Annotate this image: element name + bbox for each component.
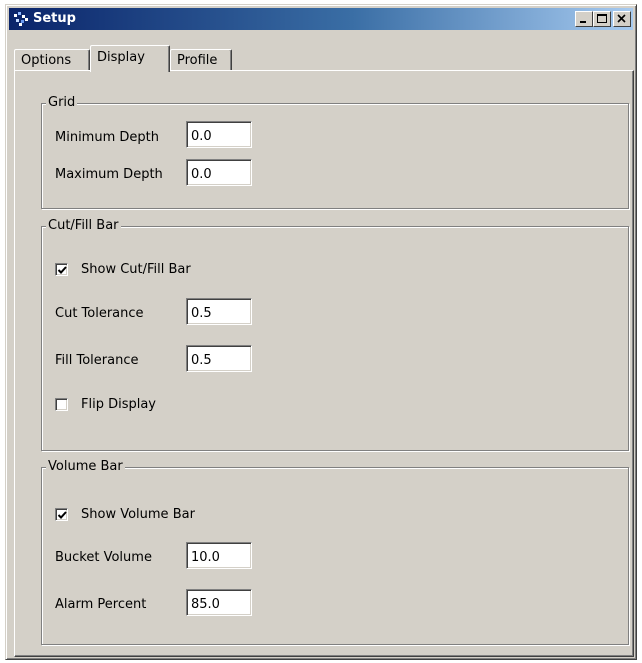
minimize-icon — [580, 21, 586, 23]
tab-options[interactable]: Options — [14, 49, 90, 70]
app-icon[interactable] — [13, 11, 29, 27]
show-cutfill-label[interactable]: Show Cut/Fill Bar — [81, 262, 191, 278]
cutfill-group: Cut/Fill Bar Show Cut/Fill Bar Cut Toler… — [41, 218, 629, 451]
maximize-icon — [597, 14, 607, 23]
flip-display-label[interactable]: Flip Display — [81, 397, 156, 413]
max-depth-label: Maximum Depth — [55, 167, 163, 182]
tab-options-label: Options — [21, 53, 72, 68]
bucket-volume-field[interactable] — [186, 542, 252, 569]
fill-tolerance-field[interactable] — [186, 345, 252, 372]
title-buttons — [575, 11, 631, 27]
alarm-percent-label: Alarm Percent — [55, 597, 147, 612]
title-bar[interactable]: Setup — [9, 8, 633, 30]
grid-legend: Grid — [46, 95, 78, 111]
cut-tolerance-label: Cut Tolerance — [55, 306, 144, 321]
display-tab-panel: Grid Minimum Depth Maximum Depth Cut/Fil… — [14, 70, 634, 657]
show-cutfill-checkbox[interactable] — [55, 263, 68, 276]
volume-group: Volume Bar Show Volume Bar Bucket Volume… — [41, 459, 629, 645]
cutfill-legend: Cut/Fill Bar — [46, 218, 121, 234]
tab-display[interactable]: Display — [90, 45, 170, 72]
tab-display-label: Display — [97, 50, 145, 65]
cut-tolerance-field[interactable] — [186, 298, 252, 325]
max-depth-field[interactable] — [186, 159, 252, 186]
checkmark-icon — [57, 511, 67, 519]
maximize-button[interactable] — [593, 11, 611, 27]
min-depth-label: Minimum Depth — [55, 130, 159, 145]
flip-display-checkbox[interactable] — [55, 398, 68, 411]
alarm-percent-field[interactable] — [186, 589, 252, 616]
grid-group: Grid Minimum Depth Maximum Depth — [41, 95, 629, 209]
volume-legend: Volume Bar — [46, 459, 125, 475]
fill-tolerance-label: Fill Tolerance — [55, 353, 139, 368]
tab-profile[interactable]: Profile — [170, 49, 232, 70]
close-icon — [617, 14, 626, 23]
show-volume-checkbox[interactable] — [55, 508, 68, 521]
minimize-button[interactable] — [575, 11, 593, 27]
show-volume-label[interactable]: Show Volume Bar — [81, 507, 195, 523]
tab-profile-label: Profile — [177, 53, 218, 68]
window-title: Setup — [33, 11, 76, 26]
close-button[interactable] — [613, 11, 631, 27]
min-depth-field[interactable] — [186, 121, 252, 148]
bucket-volume-label: Bucket Volume — [55, 550, 152, 565]
setup-window: Setup Options Display Profile Grid Minim… — [5, 4, 637, 660]
checkmark-icon — [57, 266, 67, 274]
